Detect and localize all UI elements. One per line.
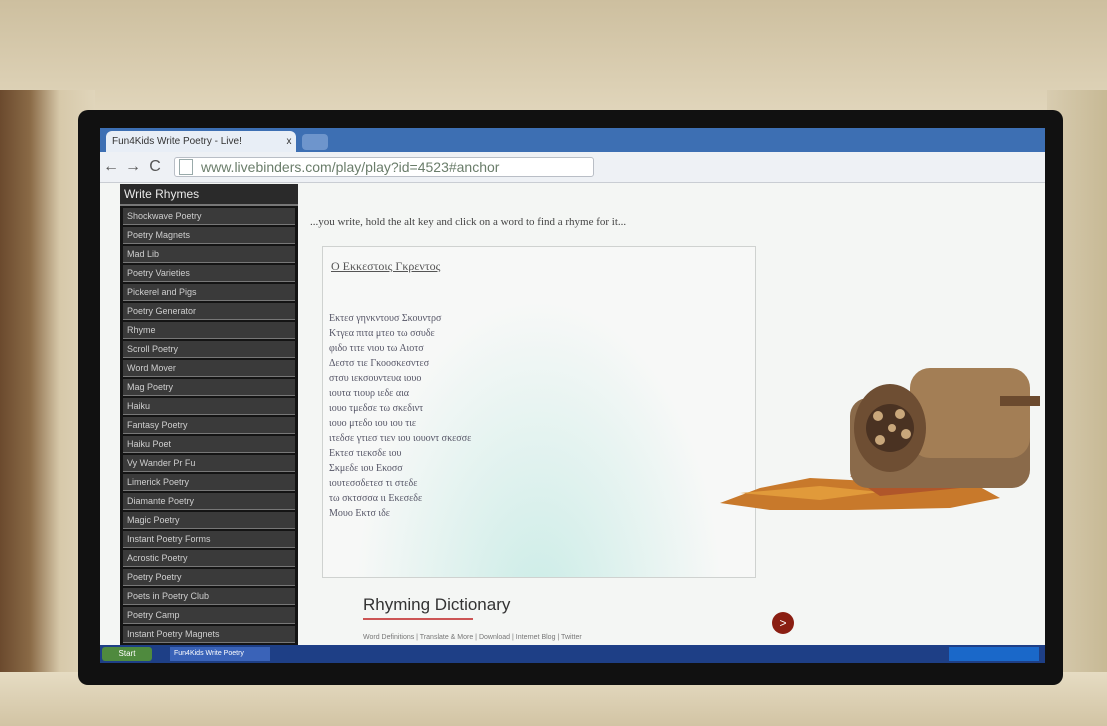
forward-button[interactable]: → bbox=[122, 158, 144, 176]
sidebar-item[interactable]: Rhyme bbox=[123, 322, 295, 339]
sidebar-item[interactable]: Poetry Magnets bbox=[123, 227, 295, 244]
sidebar-item[interactable]: Haiku bbox=[123, 398, 295, 415]
sidebar-item[interactable]: Vy Wander Pr Fu bbox=[123, 455, 295, 472]
rhyming-dictionary-title: Rhyming Dictionary bbox=[363, 595, 511, 614]
poem-line: ιουτα τιουρ ιεδε αια bbox=[329, 388, 410, 399]
rhyme-underline bbox=[363, 618, 473, 620]
sidebar-item[interactable]: Limerick Poetry bbox=[123, 474, 295, 491]
poem-line: τω σκτσσσα ιι Εκεσεδε bbox=[329, 493, 423, 504]
sidebar-item[interactable]: Fantasy Poetry bbox=[123, 417, 295, 434]
poem-text: Εκτεσ γηνκντουσ Σκουντρσ Κτγεα πιτα μτεο … bbox=[329, 311, 471, 521]
browser-toolbar: ← → C www.livebinders.com/play/play?id=4… bbox=[100, 152, 1045, 183]
poem-line: ιτεδσε γτιεσ τιεν ιου ιουοντ σκεσσε bbox=[329, 433, 472, 444]
go-button[interactable]: > bbox=[772, 612, 794, 634]
pencil-sharpener-image bbox=[720, 368, 1040, 510]
sidebar-item[interactable]: Shockwave Poetry bbox=[123, 208, 295, 225]
sidebar-item[interactable]: Acrostic Poetry bbox=[123, 550, 295, 567]
poem-line: φιδο τιτε νιου τω Αιοτσ bbox=[329, 343, 424, 354]
poem-title: O Εκκεστοις Γκρεντος bbox=[331, 259, 441, 273]
poem-line: Εκτεσ τιεκσδε ιου bbox=[329, 448, 402, 459]
poem-line: Μουο Εκτσ ιδε bbox=[329, 508, 391, 519]
page-icon bbox=[179, 159, 193, 175]
sidebar-item[interactable]: Magic Poetry bbox=[123, 512, 295, 529]
reload-button[interactable]: C bbox=[144, 158, 166, 176]
sidebar-item[interactable]: Poetry Camp bbox=[123, 607, 295, 624]
back-button[interactable]: ← bbox=[100, 158, 122, 176]
sidebar-item[interactable]: Poetry Varieties bbox=[123, 265, 295, 282]
sidebar-item[interactable]: Mad Lib bbox=[123, 246, 295, 263]
browser-screen: Fun4Kids Write Poetry - Live! x ← → C ww… bbox=[100, 128, 1045, 663]
poem-line: ιουο τμεδσε τω σκεδιντ bbox=[329, 403, 424, 414]
poem-line: ιουο μτεδο ιου ιου τιε bbox=[329, 418, 417, 429]
browser-tab[interactable]: Fun4Kids Write Poetry - Live! x bbox=[106, 131, 296, 152]
poem-line: στσυ ιεκσουντευα ιουο bbox=[329, 373, 422, 384]
sidebar-item[interactable]: Mag Poetry bbox=[123, 379, 295, 396]
poem-line: Κτγεα πιτα μτεο τω σσυδε bbox=[329, 328, 435, 339]
tab-title: Fun4Kids Write Poetry - Live! bbox=[112, 136, 242, 147]
system-tray bbox=[949, 647, 1039, 661]
instructions-text: ...you write, hold the alt key and click… bbox=[310, 216, 627, 228]
sidebar-item[interactable]: Poetry Poetry bbox=[123, 569, 295, 586]
sidebar-item[interactable]: Pickerel and Pigs bbox=[123, 284, 295, 301]
sidebar-item[interactable]: Scroll Poetry bbox=[123, 341, 295, 358]
sidebar: Write Rhymes Shockwave Poetry Poetry Magn… bbox=[120, 184, 298, 662]
sidebar-item[interactable]: Poetry Generator bbox=[123, 303, 295, 320]
sidebar-item[interactable]: Instant Poetry Magnets bbox=[123, 626, 295, 643]
sidebar-item[interactable]: Poets in Poetry Club bbox=[123, 588, 295, 605]
address-bar[interactable]: www.livebinders.com/play/play?id=4523#an… bbox=[174, 157, 594, 177]
poem-line: Δεστσ τιε Γκοοσκεσντεσ bbox=[329, 358, 430, 369]
footer-links[interactable]: Word Definitions | Translate & More | Do… bbox=[363, 634, 582, 641]
close-icon[interactable]: x bbox=[282, 136, 296, 147]
sidebar-item[interactable]: Instant Poetry Forms bbox=[123, 531, 295, 548]
sidebar-item[interactable]: Word Mover bbox=[123, 360, 295, 377]
poem-line: Σκμεδε ιου Εκοσσ bbox=[329, 463, 403, 474]
sidebar-item[interactable]: Haiku Poet bbox=[123, 436, 295, 453]
poem-line: ιουτεσσδετεσ τι στεδε bbox=[329, 478, 418, 489]
url-text: www.livebinders.com/play/play?id=4523#an… bbox=[201, 159, 500, 175]
new-tab-button[interactable] bbox=[302, 134, 328, 150]
start-button[interactable]: Start bbox=[102, 647, 152, 661]
tab-strip: Fun4Kids Write Poetry - Live! x bbox=[100, 128, 1045, 152]
sidebar-header[interactable]: Write Rhymes bbox=[120, 184, 298, 206]
taskbar-item[interactable]: Fun4Kids Write Poetry bbox=[170, 647, 270, 661]
monitor-bezel-top bbox=[0, 0, 1107, 120]
poem-area[interactable]: O Εκκεστοις Γκρεντος Εκτεσ γηνκντουσ Σκο… bbox=[322, 246, 756, 578]
poem-line: Εκτεσ γηνκντουσ Σκουντρσ bbox=[329, 313, 442, 324]
sidebar-item[interactable]: Diamante Poetry bbox=[123, 493, 295, 510]
taskbar: Start Fun4Kids Write Poetry bbox=[100, 645, 1045, 663]
